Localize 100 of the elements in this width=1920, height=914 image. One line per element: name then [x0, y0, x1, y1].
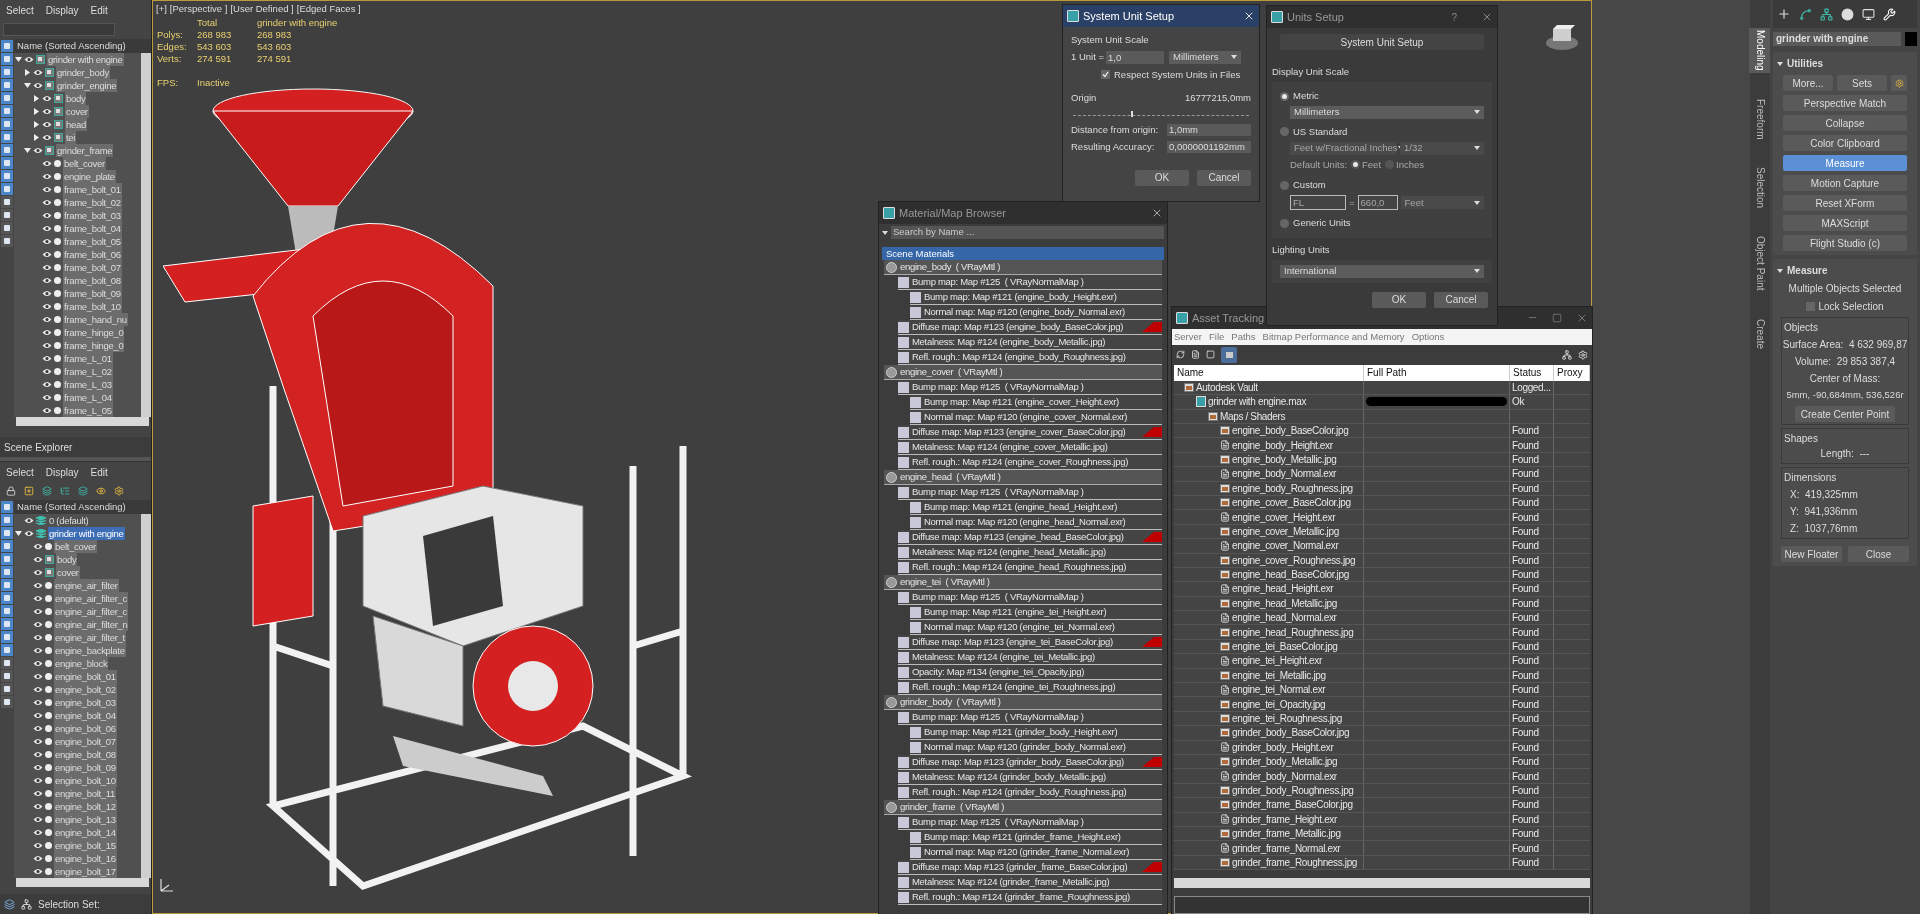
input-field[interactable]: 0,0000001192mm	[1167, 141, 1251, 154]
network-icon[interactable]	[1562, 349, 1572, 360]
eye-icon[interactable]	[33, 699, 43, 706]
menu-item[interactable]: Paths	[1231, 329, 1256, 344]
eye-icon[interactable]	[33, 147, 43, 154]
eye-icon[interactable]	[33, 725, 43, 732]
viewport-label[interactable]: [Edged Faces ]	[296, 2, 361, 17]
button[interactable]: Create Center Point	[1794, 406, 1896, 423]
side-tab[interactable]: Freeform	[1748, 96, 1772, 142]
caret-icon[interactable]	[24, 69, 31, 76]
eye-icon[interactable]	[42, 368, 52, 375]
tree-item[interactable]: grinder with engine	[48, 527, 125, 540]
column-header[interactable]: Proxy	[1554, 364, 1590, 381]
eye-icon[interactable]	[33, 764, 43, 771]
eye-icon[interactable]	[33, 751, 43, 758]
tree-item[interactable]: frame_L_01	[63, 352, 113, 365]
button[interactable]: OK	[1372, 291, 1426, 308]
eye-icon[interactable]	[33, 634, 43, 641]
eye-icon[interactable]	[42, 407, 52, 414]
tree-item[interactable]: 0 (default)	[48, 514, 90, 527]
map-row[interactable]: Bump map: Map #125 ( VRayNormalMap )	[898, 275, 1162, 290]
map-row[interactable]: Diffuse map: Map #123 (engine_cover_BaseColor.jpg)	[898, 425, 1162, 440]
eye-icon[interactable]	[33, 647, 43, 654]
filter-button[interactable]	[1, 514, 13, 526]
table-row[interactable]: engine_tei_Height.exr Found	[1174, 654, 1590, 669]
eye-icon[interactable]	[42, 173, 52, 180]
tree-item[interactable]: cover	[56, 566, 80, 579]
map-row[interactable]: Diffuse map: Map #123 (engine_body_BaseColor.jpg)	[898, 320, 1162, 335]
eye-icon[interactable]	[33, 855, 43, 862]
eye-icon[interactable]	[42, 303, 52, 310]
table-row[interactable]: engine_cover_Height.exr Found	[1174, 510, 1590, 525]
filter-button[interactable]	[1, 566, 13, 578]
viewport-label[interactable]: [+]	[156, 2, 167, 17]
tree-item[interactable]: frame_bolt_09	[63, 287, 122, 300]
rollout-title[interactable]: Measure	[1787, 263, 1828, 278]
input-field[interactable]: 1,0mm	[1167, 124, 1251, 137]
tree-item[interactable]: frame_bolt_04	[63, 222, 122, 235]
tree-item[interactable]: engine_bolt_09	[54, 761, 117, 774]
eye-icon[interactable]	[42, 394, 52, 401]
map-row[interactable]: Bump map: Map #125 ( VRayNormalMap )	[898, 590, 1162, 605]
map-row[interactable]: Bump map: Map #125 ( VRayNormalMap )	[898, 485, 1162, 500]
eye-icon[interactable]	[42, 264, 52, 271]
viewport-label[interactable]: [Perspective ]	[169, 2, 228, 17]
map-row[interactable]: Metalness: Map #124 (engine_cover_Metallic.jpg)	[898, 440, 1162, 455]
eye-icon[interactable]	[42, 355, 52, 362]
map-row[interactable]: Bump map: Map #121 (grinder_body_Height.exr)	[910, 725, 1162, 740]
refresh-icon[interactable]	[1176, 350, 1185, 360]
eye-icon[interactable]	[24, 530, 34, 537]
eye-icon[interactable]	[42, 225, 52, 232]
caret-icon[interactable]	[33, 108, 40, 115]
table-row[interactable]: grinder_body_BaseColor.jpg Found	[1174, 726, 1590, 741]
table-row[interactable]: grinder_frame_Normal.exr Found	[1174, 841, 1590, 856]
eye-icon[interactable]	[42, 121, 52, 128]
table-row[interactable]: engine_body_Normal.exr Found	[1174, 467, 1590, 482]
tree-item[interactable]: frame_bolt_10	[63, 300, 122, 313]
checkbox[interactable]	[1101, 70, 1110, 80]
button[interactable]: Close	[1848, 546, 1909, 563]
tree-item[interactable]: engine_bolt_14	[54, 826, 117, 839]
input-field[interactable]: FL	[1290, 195, 1346, 211]
eye-icon[interactable]	[33, 673, 43, 680]
button[interactable]: System Unit Setup	[1280, 34, 1484, 50]
map-row[interactable]: Refl. rough.: Map #124 (engine_body_Roughness.jpg)	[898, 350, 1162, 365]
radio-button[interactable]	[1280, 91, 1289, 101]
utility-button[interactable]: Collapse	[1783, 115, 1907, 131]
button[interactable]: More...	[1783, 75, 1833, 91]
filter-button[interactable]	[1, 696, 13, 708]
slider-thumb[interactable]	[1131, 111, 1134, 117]
map-row[interactable]: Metalness: Map #124 (grinder_body_Metallic.jpg)	[898, 770, 1162, 785]
tree-item[interactable]: frame_hand_nu	[63, 313, 128, 326]
map-row[interactable]: Opacity: Map #134 (engine_tei_Opacity.jpg)	[898, 665, 1162, 680]
map-row[interactable]: Normal map: Map #120 (engine_head_Normal.exr)	[910, 515, 1162, 530]
eye-icon[interactable]	[33, 543, 43, 550]
tree-item[interactable]: body	[56, 553, 78, 566]
tree-item[interactable]: grinder_engine	[56, 79, 118, 92]
scrollbar[interactable]	[1174, 878, 1590, 889]
utility-button[interactable]: Reset XForm	[1783, 195, 1907, 211]
eye-icon[interactable]	[33, 868, 43, 875]
tree-item[interactable]: head	[65, 118, 87, 131]
menu-item[interactable]: Display	[45, 464, 79, 480]
rollout-title[interactable]: Utilities	[1787, 56, 1824, 71]
scrollbar[interactable]	[16, 878, 149, 887]
tree-item[interactable]: tei	[65, 131, 77, 144]
tree-item[interactable]: frame_hinge_0	[63, 339, 125, 352]
map-row[interactable]: Normal map: Map #120 (engine_cover_Normal.exr)	[910, 410, 1162, 425]
dropdown[interactable]: 1/32	[1400, 141, 1484, 155]
eye-icon[interactable]	[33, 595, 43, 602]
filter-button[interactable]	[1, 66, 13, 78]
eye-icon[interactable]	[33, 621, 43, 628]
filter-button[interactable]	[1, 631, 13, 643]
filter-button[interactable]	[1, 40, 13, 52]
map-row[interactable]: Metalness: Map #124 (engine_head_Metallic.jpg)	[898, 545, 1162, 560]
help-button[interactable]: ?	[1451, 9, 1457, 25]
button[interactable]: OK	[1135, 169, 1189, 186]
material-row[interactable]: engine_head ( VRayMtl )	[884, 470, 1162, 485]
filter-button[interactable]	[1, 605, 13, 617]
radio-button[interactable]	[1280, 218, 1289, 228]
group-header[interactable]: Scene Materials	[882, 247, 1164, 260]
table-row[interactable]: engine_tei_Opacity.jpg Found	[1174, 697, 1590, 712]
material-row[interactable]: grinder_body ( VRayMtl )	[884, 695, 1162, 710]
map-row[interactable]: Diffuse map: Map #123 (engine_head_BaseColor.jpg)	[898, 530, 1162, 545]
